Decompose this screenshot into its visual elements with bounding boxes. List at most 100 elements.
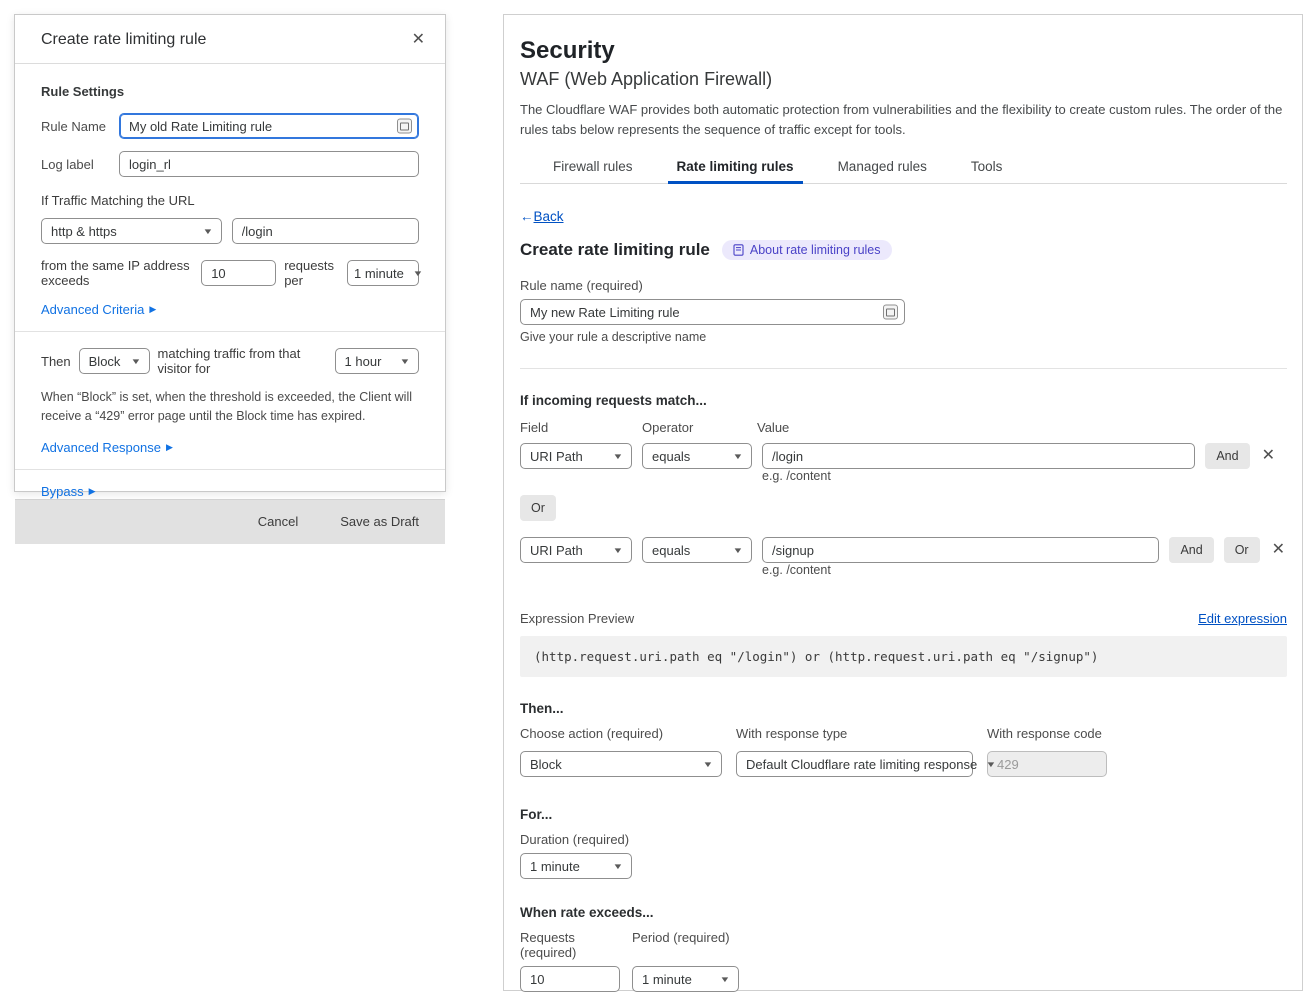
chevron-down-icon: ▼ <box>202 227 213 236</box>
chevron-down-icon: ▼ <box>612 452 623 461</box>
remove-condition-icon[interactable]: ✕ <box>1260 448 1277 464</box>
condition-row: URI Path ▼ equals ▼ And ✕ e.g. /content <box>520 443 1287 483</box>
chevron-down-icon: ▼ <box>612 862 623 871</box>
remove-condition-icon[interactable]: ✕ <box>1270 542 1287 558</box>
advanced-response-label: Advanced Response <box>41 440 161 455</box>
response-code-input <box>987 751 1107 777</box>
waf-tabs: Firewall rules Rate limiting rules Manag… <box>520 155 1287 184</box>
chevron-down-icon: ▼ <box>719 975 730 984</box>
triangle-right-icon: ▶ <box>89 486 96 497</box>
value-column-label: Value <box>757 420 1287 435</box>
period-label: Period (required) <box>632 930 730 960</box>
condition-row: URI Path ▼ equals ▼ And Or ✕ e.g. /conte… <box>520 537 1287 577</box>
period-value: 1 minute <box>642 972 692 987</box>
operator-value: equals <box>652 449 690 464</box>
requests-input[interactable] <box>201 260 276 286</box>
operator-value: equals <box>652 543 690 558</box>
save-as-draft-button[interactable]: Save as Draft <box>340 514 419 529</box>
back-link[interactable]: ←Back <box>520 209 564 224</box>
field-select[interactable]: URI Path ▼ <box>520 537 632 563</box>
about-badge-label: About rate limiting rules <box>750 243 881 257</box>
log-label-label: Log label <box>41 157 119 172</box>
close-icon[interactable]: ✕ <box>410 32 427 48</box>
chevron-down-icon: ▼ <box>732 452 743 461</box>
divider <box>15 469 445 470</box>
exceeds-label: from the same IP address exceeds <box>41 258 193 288</box>
chevron-down-icon: ▼ <box>702 760 713 769</box>
autofill-icon[interactable] <box>397 119 412 134</box>
create-rule-modal: Create rate limiting rule ✕ Rule Setting… <box>14 14 446 492</box>
value-input[interactable] <box>762 537 1159 563</box>
log-label-input[interactable] <box>119 151 419 177</box>
log-label-row: Log label <box>41 151 419 177</box>
response-type-select[interactable]: Default Cloudflare rate limiting respons… <box>736 751 973 777</box>
block-note: When “Block” is set, when the threshold … <box>41 388 419 426</box>
action-select[interactable]: Block ▼ <box>520 751 722 777</box>
tab-managed-rules[interactable]: Managed rules <box>829 155 936 184</box>
field-value: URI Path <box>530 449 583 464</box>
requests-label: Requests (required) <box>520 930 620 960</box>
threshold-row: from the same IP address exceeds request… <box>41 258 419 288</box>
and-button[interactable]: And <box>1169 537 1213 563</box>
form-title: Create rate limiting rule <box>520 240 710 260</box>
duration-label: Duration (required) <box>520 832 1287 847</box>
operator-select[interactable]: equals ▼ <box>642 537 752 563</box>
rule-name-label: Rule Name <box>41 119 119 134</box>
rule-name-input[interactable] <box>119 113 419 139</box>
cancel-button[interactable]: Cancel <box>258 514 298 529</box>
traffic-matching-heading: If Traffic Matching the URL <box>41 193 419 208</box>
modal-body: Rule Settings Rule Name Log label If Tra… <box>15 64 445 499</box>
back-label: Back <box>534 209 564 224</box>
action-select[interactable]: Block ▼ <box>79 348 150 374</box>
operator-select[interactable]: equals ▼ <box>642 443 752 469</box>
then-heading: Then... <box>520 701 1287 716</box>
rule-name-helper: Give your rule a descriptive name <box>520 330 1287 344</box>
scheme-value: http & https <box>51 224 117 239</box>
tab-tools[interactable]: Tools <box>962 155 1012 184</box>
rule-settings-heading: Rule Settings <box>41 84 419 99</box>
action-value: Block <box>89 354 121 369</box>
action-value: Block <box>530 757 562 772</box>
response-code-label: With response code <box>987 726 1102 741</box>
value-input[interactable] <box>762 443 1195 469</box>
chevron-down-icon: ▼ <box>412 269 423 278</box>
duration-select[interactable]: 1 hour ▼ <box>335 348 419 374</box>
tab-firewall-rules[interactable]: Firewall rules <box>544 155 642 184</box>
chevron-down-icon: ▼ <box>400 357 411 366</box>
value-hint: e.g. /content <box>762 469 1195 483</box>
field-value: URI Path <box>530 543 583 558</box>
bypass-link[interactable]: Bypass ▶ <box>41 484 96 499</box>
edit-expression-link[interactable]: Edit expression <box>1198 611 1287 626</box>
or-button[interactable]: Or <box>1224 537 1260 563</box>
autofill-icon[interactable] <box>883 305 898 320</box>
rate-heading: When rate exceeds... <box>520 905 1287 920</box>
match-heading: If incoming requests match... <box>520 393 1287 408</box>
and-button[interactable]: And <box>1205 443 1249 469</box>
scheme-select[interactable]: http & https ▼ <box>41 218 222 244</box>
tab-rate-limiting-rules[interactable]: Rate limiting rules <box>668 155 803 184</box>
rule-name-input[interactable] <box>520 299 905 325</box>
modal-footer: Cancel Save as Draft <box>15 499 445 544</box>
triangle-right-icon: ▶ <box>166 442 173 453</box>
advanced-criteria-link[interactable]: Advanced Criteria ▶ <box>41 302 156 317</box>
duration-value: 1 minute <box>530 859 580 874</box>
expression-preview-label: Expression Preview <box>520 611 634 626</box>
field-select[interactable]: URI Path ▼ <box>520 443 632 469</box>
divider <box>520 368 1287 369</box>
response-type-value: Default Cloudflare rate limiting respons… <box>746 757 977 772</box>
advanced-criteria-label: Advanced Criteria <box>41 302 144 317</box>
screen: Create rate limiting rule ✕ Rule Setting… <box>0 0 1316 1003</box>
page-title: Security <box>520 37 1287 65</box>
url-input[interactable] <box>232 218 419 244</box>
period-select[interactable]: 1 minute ▼ <box>347 260 419 286</box>
advanced-response-link[interactable]: Advanced Response ▶ <box>41 440 173 455</box>
or-connector-button[interactable]: Or <box>520 495 556 521</box>
page-subtitle: WAF (Web Application Firewall) <box>520 69 1287 90</box>
chevron-down-icon: ▼ <box>612 546 623 555</box>
about-rate-limiting-badge[interactable]: About rate limiting rules <box>722 240 892 260</box>
duration-select[interactable]: 1 minute ▼ <box>520 853 632 879</box>
requests-input[interactable] <box>520 966 620 992</box>
rule-name-label: Rule name (required) <box>520 278 1287 293</box>
divider <box>15 331 445 332</box>
period-select[interactable]: 1 minute ▼ <box>632 966 739 992</box>
